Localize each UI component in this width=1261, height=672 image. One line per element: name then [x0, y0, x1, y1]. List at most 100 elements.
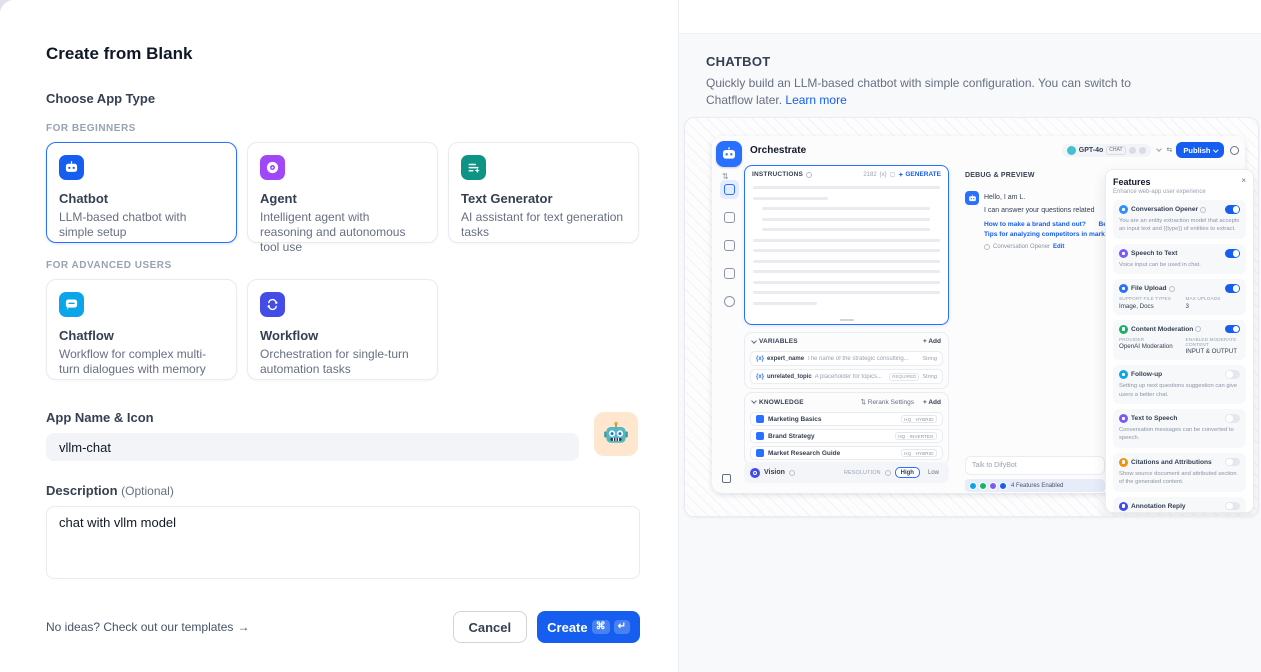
preview-left-rail: [716, 184, 742, 307]
model-provider-icon: [1067, 146, 1076, 155]
preview-vision-row: Vision RESOLUTION High Low: [744, 462, 949, 483]
feature-toggle: [1225, 205, 1240, 214]
app-name-input[interactable]: [46, 433, 579, 461]
dataset-icon: [756, 432, 764, 440]
feature-speech-to-text: Speech to Text Voice input can be used i…: [1113, 244, 1246, 274]
content-moderation-icon: [1119, 325, 1128, 334]
add-knowledge-button: + Add: [923, 399, 941, 406]
card-desc: Workflow for complex multi-turn dialogue…: [59, 347, 224, 377]
feature-toggle: [1225, 502, 1240, 511]
conversation-opener-row: Conversation Opener Edit: [984, 244, 1111, 250]
page-title: Create from Blank: [46, 44, 640, 64]
feature-mini-icon: [989, 482, 997, 490]
index-mode-badge: HQ · HYBRID: [901, 415, 937, 423]
knowledge-row: Brand Strategy HQ · INVERTED: [750, 429, 943, 443]
variables-token-icon: {x}: [880, 172, 887, 178]
chevron-down-icon: [751, 398, 757, 404]
app-type-card-agent[interactable]: Agent Intelligent agent with reasoning a…: [247, 142, 438, 243]
variable-token-icon: {x}: [756, 374, 764, 380]
close-icon: ×: [1241, 177, 1246, 185]
history-icon: [1230, 146, 1239, 155]
resolution-high-option: High: [895, 467, 920, 478]
knowledge-row: Marketing Basics HQ · HYBRID: [750, 412, 943, 426]
rail-image-icon: [724, 212, 735, 223]
suggested-question: Tips for analyzing competitors in market: [984, 231, 1111, 238]
tune-icon: ⇆: [1167, 146, 1173, 154]
enter-key-icon: ↵: [614, 620, 630, 634]
app-icon-picker-button[interactable]: [594, 412, 638, 456]
app-name-label: App Name & Icon: [46, 410, 579, 425]
card-desc: Intelligent agent with reasoning and aut…: [260, 210, 425, 255]
rerank-settings-button: ⇅ Rerank Settings: [860, 398, 914, 406]
choose-app-type-label: Choose App Type: [46, 91, 640, 106]
info-icon: [789, 470, 795, 476]
card-title: Chatbot: [59, 191, 224, 206]
beginner-app-type-cards: Chatbot LLM-based chatbot with simple se…: [46, 142, 640, 243]
opener-icon: [984, 244, 990, 250]
dataset-icon: [756, 449, 764, 457]
info-icon: [885, 470, 891, 476]
info-icon: [1195, 326, 1201, 332]
preview-chat-input: Talk to DifyBot: [965, 456, 1105, 475]
preview-features-panel: Features × Enhance web-app user experien…: [1105, 169, 1254, 513]
preview-bottom-checkbox-icon: [722, 474, 731, 483]
app-type-info-panel: CHATBOT Quickly build an LLM-based chatb…: [678, 0, 1261, 672]
preview-app-icon: [716, 141, 742, 167]
edit-link: Edit: [1053, 244, 1064, 250]
learn-more-link[interactable]: Learn more: [785, 93, 846, 107]
card-title: Chatflow: [59, 328, 224, 343]
description-textarea[interactable]: chat with vllm model: [46, 506, 640, 579]
cmd-key-icon: ⌘: [592, 620, 610, 634]
templates-link[interactable]: No ideas? Check out our templates→: [46, 620, 249, 634]
create-button[interactable]: Create ⌘ ↵: [537, 611, 640, 643]
chatflow-icon: [59, 292, 84, 317]
debug-preview-title: DEBUG & PREVIEW: [965, 172, 1035, 179]
variable-row: {x} expert_name The name of the strategi…: [750, 351, 943, 366]
app-type-card-workflow[interactable]: Workflow Orchestration for single-turn a…: [247, 279, 438, 380]
rail-notes-icon: [724, 268, 735, 279]
citations-icon: [1119, 458, 1128, 467]
agent-icon: [260, 155, 285, 180]
features-enabled-pill: 4 Features Enabled: [965, 479, 1105, 492]
required-badge: REQUIRED: [889, 373, 919, 381]
create-button-label: Create: [547, 620, 587, 635]
annotation-reply-icon: [1119, 502, 1128, 511]
feature-mini-icon: [999, 482, 1007, 490]
resolution-low-option: Low: [924, 468, 943, 477]
cancel-button[interactable]: Cancel: [453, 611, 528, 643]
text-to-speech-icon: [1119, 414, 1128, 423]
preview-chat-message: Hello, I am L. I can answer your questio…: [965, 191, 1115, 250]
arrow-right-icon: →: [237, 620, 249, 634]
generate-button: GENERATE: [898, 171, 941, 178]
app-type-card-text-generator[interactable]: Text Generator AI assistant for text gen…: [448, 142, 639, 243]
info-icon: [1169, 286, 1175, 292]
info-title: CHATBOT: [706, 54, 1261, 69]
for-advanced-users-label: FOR ADVANCED USERS: [46, 260, 640, 271]
right-panel-header-strip: [679, 0, 1261, 34]
chevron-down-icon: [751, 338, 757, 344]
advanced-app-type-cards: Chatflow Workflow for complex multi-turn…: [46, 279, 640, 380]
bot-avatar: [965, 191, 979, 205]
index-mode-badge: HQ · INVERTED: [895, 432, 937, 440]
preview-publish-button: Publish: [1176, 142, 1224, 158]
feature-toggle: [1225, 458, 1240, 467]
feature-file-upload: File Upload SUPPORT FILE TYPESImage, Doc…: [1113, 279, 1246, 315]
feature-toggle: [1225, 249, 1240, 258]
app-type-card-chatflow[interactable]: Chatflow Workflow for complex multi-turn…: [46, 279, 237, 380]
app-type-card-chatbot[interactable]: Chatbot LLM-based chatbot with simple se…: [46, 142, 237, 243]
dataset-icon: [756, 415, 764, 423]
info-icon: [1200, 207, 1206, 213]
variable-token-icon: {x}: [756, 356, 764, 362]
preview-knowledge-section: KNOWLEDGE ⇅ Rerank Settings + Add Market…: [744, 392, 949, 465]
feature-text-to-speech: Text to Speech Conversation messages can…: [1113, 409, 1246, 448]
add-variable-button: + Add: [923, 338, 941, 345]
robot-emoji-icon: [602, 420, 630, 448]
card-desc: LLM-based chatbot with simple setup: [59, 210, 224, 240]
workflow-icon: [260, 292, 285, 317]
feature-toggle: [1225, 325, 1240, 334]
card-title: Workflow: [260, 328, 425, 343]
feature-toggle: [1225, 370, 1240, 379]
feature-toggle: [1225, 284, 1240, 293]
description-label: Description (Optional): [46, 483, 640, 498]
rail-prompt-icon: [720, 180, 739, 199]
